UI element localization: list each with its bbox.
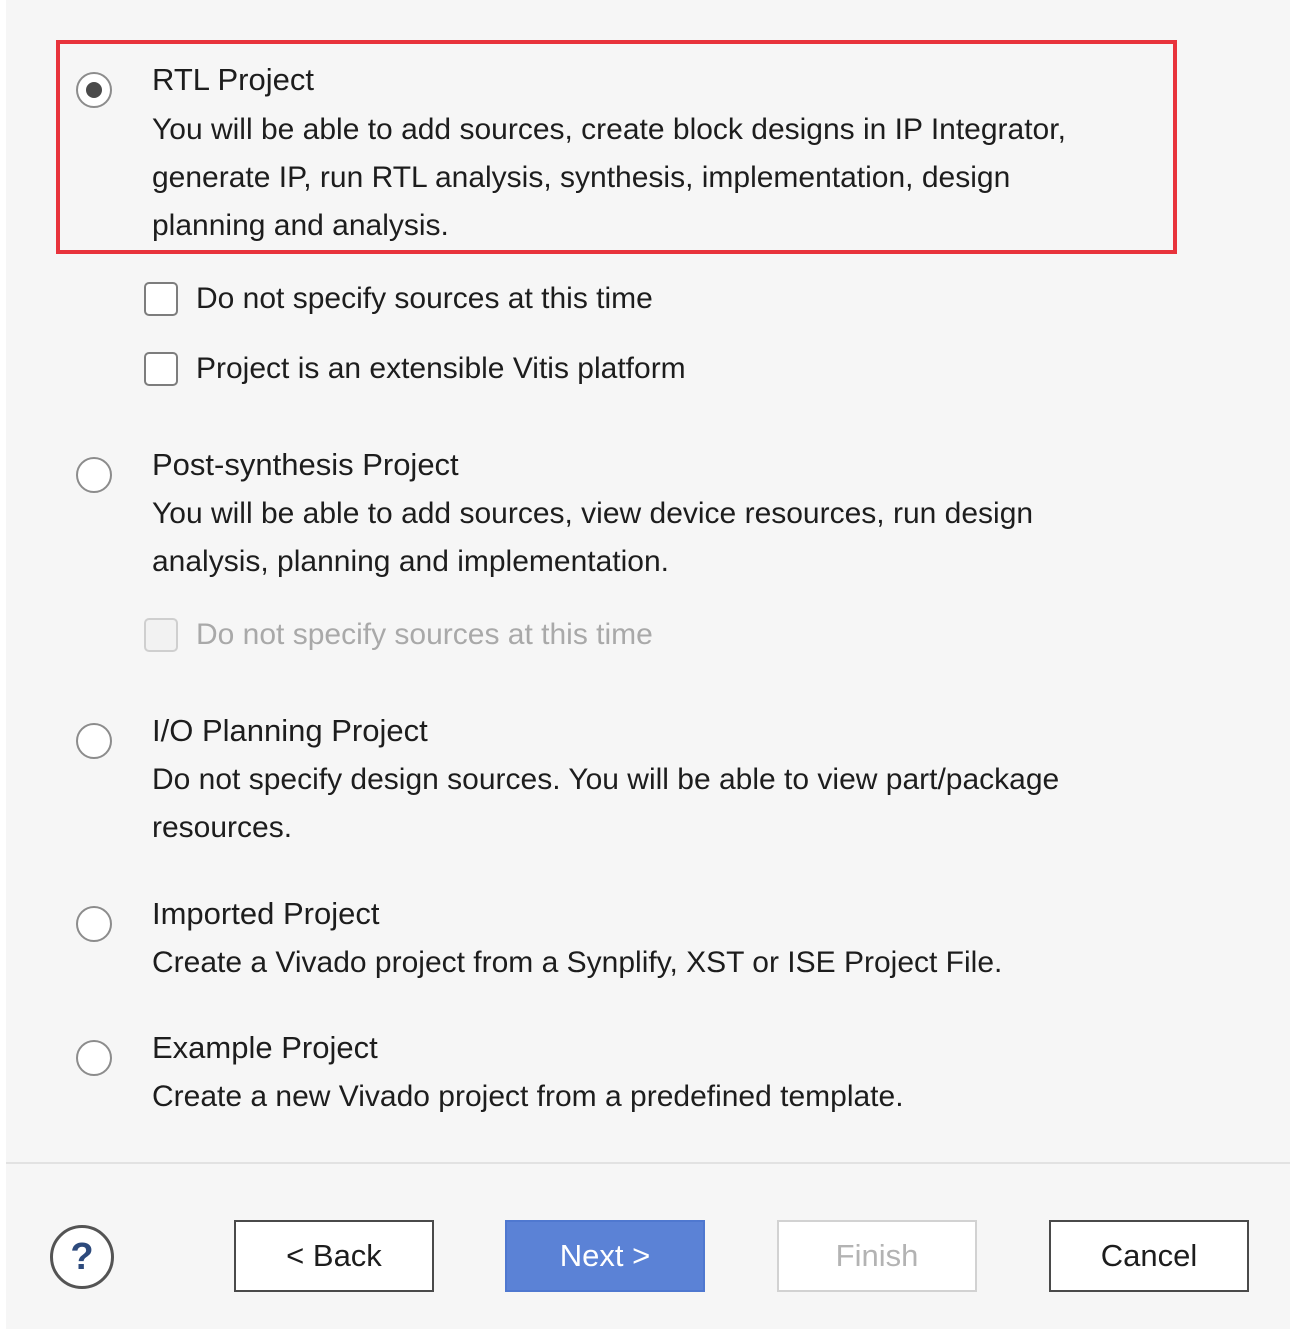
footer-divider: [6, 1162, 1290, 1164]
imported-project-description: Create a Vivado project from a Synplify,…: [152, 939, 1002, 987]
example-project-title[interactable]: Example Project: [152, 1030, 378, 1066]
project-type-panel: RTL Project You will be able to add sour…: [6, 0, 1290, 1329]
finish-button: Finish: [777, 1220, 977, 1292]
example-project-description: Create a new Vivado project from a prede…: [152, 1073, 904, 1121]
imported-project-radio[interactable]: [76, 906, 112, 942]
post-synthesis-description-line: analysis, planning and implementation.: [152, 545, 669, 578]
cancel-button-label: Cancel: [1100, 1238, 1198, 1273]
imported-project-title[interactable]: Imported Project: [152, 896, 379, 932]
rtl-description-line: planning and analysis.: [152, 209, 449, 242]
cancel-button[interactable]: Cancel: [1049, 1220, 1249, 1292]
example-description-line: Create a new Vivado project from a prede…: [152, 1080, 904, 1113]
io-planning-description-line: resources.: [152, 811, 293, 844]
help-button[interactable]: ?: [50, 1225, 114, 1289]
vitis-platform-label[interactable]: Project is an extensible Vitis platform: [196, 351, 686, 387]
rtl-project-description: You will be able to add sources, create …: [152, 106, 1066, 250]
next-button-label: Next >: [559, 1238, 651, 1273]
do-not-specify-sources-label[interactable]: Do not specify sources at this time: [196, 281, 653, 317]
rtl-description-line: generate IP, run RTL analysis, synthesis…: [152, 161, 1011, 194]
io-planning-description-line: Do not specify design sources. You will …: [152, 763, 1060, 796]
do-not-specify-sources-checkbox[interactable]: [144, 282, 178, 316]
back-button[interactable]: < Back: [234, 1220, 434, 1292]
post-synthesis-project-description: You will be able to add sources, view de…: [152, 490, 1033, 586]
io-planning-project-description: Do not specify design sources. You will …: [152, 756, 1059, 852]
post-synthesis-project-radio[interactable]: [76, 457, 112, 493]
help-icon: ?: [70, 1235, 94, 1278]
imported-description-line: Create a Vivado project from a Synplify,…: [152, 946, 1003, 979]
post-synthesis-description-line: You will be able to add sources, view de…: [152, 497, 1034, 530]
rtl-project-title[interactable]: RTL Project: [152, 62, 314, 98]
example-project-radio[interactable]: [76, 1040, 112, 1076]
post-synthesis-project-title[interactable]: Post-synthesis Project: [152, 447, 459, 483]
vitis-platform-checkbox[interactable]: [144, 352, 178, 386]
back-button-label: < Back: [286, 1238, 382, 1273]
next-button[interactable]: Next >: [505, 1220, 705, 1292]
post-synthesis-do-not-specify-label: Do not specify sources at this time: [196, 618, 653, 651]
finish-button-label: Finish: [835, 1238, 919, 1273]
io-planning-project-radio[interactable]: [76, 723, 112, 759]
rtl-description-line: You will be able to add sources, create …: [152, 113, 1066, 146]
rtl-project-radio[interactable]: [76, 72, 112, 108]
io-planning-project-title[interactable]: I/O Planning Project: [152, 713, 428, 749]
post-synthesis-do-not-specify-checkbox: [144, 618, 178, 652]
